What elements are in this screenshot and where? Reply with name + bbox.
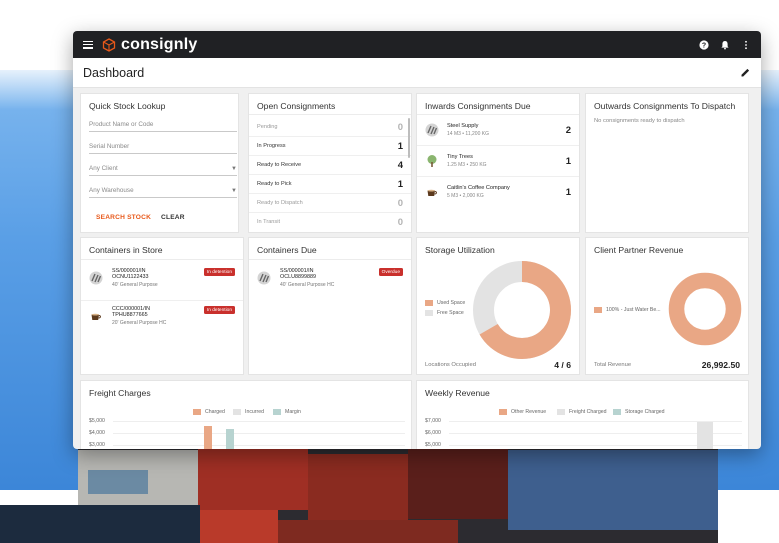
consignment-row-pending[interactable]: Pending 0 — [249, 120, 411, 134]
legend-storage-charged: Storage Charged — [613, 409, 665, 415]
revenue-footer: Total Revenue 26,992.50 — [594, 360, 740, 370]
y-tick: $5,000 — [425, 442, 441, 448]
tree-icon — [427, 155, 437, 167]
svg-text:?: ? — [702, 42, 706, 49]
legend-freight-charged: Freight Charged — [557, 409, 607, 415]
serial-number-input[interactable]: Serial Number — [89, 140, 237, 154]
consignment-row-in-transit[interactable]: In Transit 0 — [249, 215, 411, 229]
open-consignments-card: Open Consignments Pending 0 In Progress … — [248, 93, 412, 233]
margin-bar — [226, 429, 234, 449]
page-header: Dashboard — [73, 58, 761, 88]
app-window: consignly ? Dashboard Quick Stock Lookup — [73, 31, 761, 449]
product-search-input[interactable]: Product Name or Code — [89, 118, 237, 132]
legend-just-water: 100% - Just Water Be... — [594, 307, 661, 313]
client-partner-revenue-card: Client Partner Revenue 100% - Just Water… — [585, 237, 749, 375]
steel-icon — [257, 271, 271, 285]
freight-charged-bar — [697, 422, 713, 449]
coffee-icon — [91, 313, 101, 320]
dropdown-caret-icon: ▼ — [231, 165, 237, 172]
containers-in-store-card: Containers in Store SS/000001/IN OCNU112… — [80, 237, 244, 375]
y-tick: $7,000 — [425, 418, 441, 424]
consignment-row-ready-to-pick[interactable]: Ready to Pick 1 — [249, 177, 411, 191]
container-item[interactable]: CCC/000001/IN TPHU8877665 20' General Pu… — [89, 306, 235, 334]
card-title: Freight Charges — [89, 388, 151, 398]
card-title: Storage Utilization — [425, 245, 495, 255]
card-title: Open Consignments — [257, 101, 336, 111]
charged-bar — [204, 426, 212, 449]
notifications-bell-icon[interactable] — [720, 40, 730, 50]
inward-row-caitlins-coffee[interactable]: Caitlin's Coffee Company 5 M3 • 2,000 KG… — [417, 180, 579, 204]
quick-stock-lookup-card: Quick Stock Lookup Product Name or Code … — [80, 93, 239, 233]
locations-occupied-value: 4 / 6 — [554, 360, 571, 370]
storage-utilization-card: Storage Utilization Used Space Free Spac… — [416, 237, 580, 375]
card-title: Weekly Revenue — [425, 388, 490, 398]
card-title: Quick Stock Lookup — [89, 101, 166, 111]
client-revenue-donut-chart — [668, 272, 742, 346]
consignment-row-ready-to-dispatch[interactable]: Ready to Dispatch 0 — [249, 196, 411, 210]
search-stock-button[interactable]: SEARCH STOCK — [96, 214, 151, 221]
client-select[interactable]: Any Client ▼ — [89, 162, 237, 176]
card-title: Client Partner Revenue — [594, 245, 684, 255]
container-item[interactable]: SS/000001/IN OCNU1122433 40' General Pur… — [89, 268, 235, 296]
edit-pencil-icon[interactable] — [740, 67, 751, 78]
legend-used-space: Used Space — [425, 300, 465, 306]
top-bar: consignly ? — [73, 31, 761, 58]
inwards-consignments-card: Inwards Consignments Due Steel Supply 14… — [416, 93, 580, 233]
steel-icon — [89, 271, 103, 285]
donut-used-segment — [668, 272, 742, 346]
legend-other-revenue: Other Revenue — [499, 409, 546, 415]
weekly-revenue-card: Weekly Revenue Other Revenue Freight Cha… — [416, 380, 749, 449]
legend-charged: Charged — [193, 409, 225, 415]
status-badge: In detention — [203, 306, 235, 314]
page-title: Dashboard — [83, 65, 145, 80]
y-tick: $4,000 — [89, 430, 105, 436]
status-badge: In detention — [203, 268, 235, 276]
warehouse-select[interactable]: Any Warehouse ▼ — [89, 184, 237, 198]
storage-footer: Locations Occupied 4 / 6 — [425, 360, 571, 370]
storage-donut-chart — [473, 261, 571, 359]
consignment-row-ready-to-receive[interactable]: Ready to Receive 4 — [249, 158, 411, 172]
dropdown-caret-icon: ▼ — [231, 187, 237, 194]
outwards-consignments-card: Outwards Consignments To Dispatch No con… — [585, 93, 749, 233]
coffee-icon — [427, 189, 437, 196]
y-tick: $6,000 — [425, 430, 441, 436]
help-icon[interactable]: ? — [699, 39, 709, 50]
card-title: Inwards Consignments Due — [425, 101, 531, 111]
status-badge: Overdue — [378, 268, 403, 276]
consignment-row-in-progress[interactable]: In Progress 1 — [249, 139, 411, 153]
inward-row-steel-supply[interactable]: Steel Supply 14 M3 • 11,200 KG 2 — [417, 118, 579, 142]
freight-charges-card: Freight Charges Charged Incurred Margin … — [80, 380, 412, 449]
menu-icon[interactable] — [83, 40, 93, 49]
legend-free-space: Free Space — [425, 310, 464, 316]
steel-icon — [425, 123, 439, 137]
brand-name: consignly — [121, 35, 198, 53]
more-vertical-icon[interactable] — [741, 40, 751, 50]
inward-row-tiny-trees[interactable]: Tiny Trees 1.25 M3 • 250 KG 1 — [417, 149, 579, 173]
card-title: Containers in Store — [89, 245, 163, 255]
y-tick: $5,000 — [89, 418, 105, 424]
card-title: Containers Due — [257, 245, 317, 255]
card-title: Outwards Consignments To Dispatch — [594, 101, 736, 111]
legend-incurred: Incurred — [233, 409, 264, 415]
scrollbar[interactable] — [408, 118, 410, 158]
y-tick: $3,000 — [89, 442, 105, 448]
cube-logo-icon — [102, 37, 116, 52]
empty-state-message: No consignments ready to dispatch — [594, 118, 685, 124]
clear-button[interactable]: CLEAR — [161, 214, 185, 221]
total-revenue-value: 26,992.50 — [701, 360, 740, 370]
container-item[interactable]: SS/000001/IN OCLU8899889 40' General Pur… — [257, 268, 403, 296]
containers-due-card: Containers Due SS/000001/IN OCLU8899889 … — [248, 237, 412, 375]
legend-margin: Margin — [273, 409, 301, 415]
